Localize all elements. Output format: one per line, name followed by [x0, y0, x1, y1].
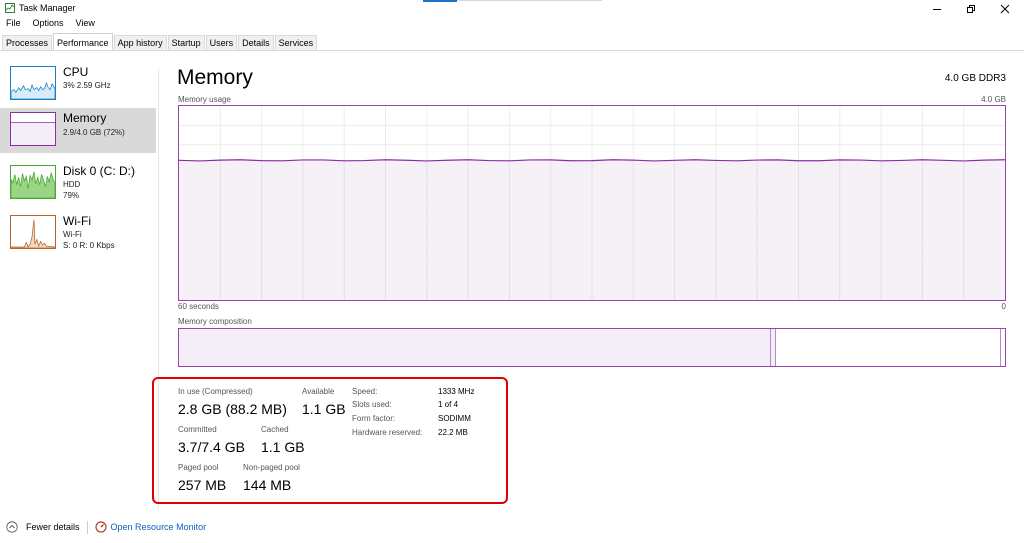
open-resource-monitor-link[interactable]: Open Resource Monitor [111, 522, 207, 532]
memory-composition-label: Memory composition [178, 317, 252, 326]
memory-composition-bar [178, 328, 1006, 367]
composition-standby [776, 329, 1001, 366]
fewer-details-link[interactable]: Fewer details [26, 522, 80, 532]
title-accent [423, 0, 457, 2]
footer-separator [86, 520, 88, 534]
sidebar-item-cpu[interactable]: CPU 3% 2.59 GHz [0, 62, 156, 108]
sidebar-disk-usage: 79% [63, 191, 80, 200]
sidebar-cpu-name: CPU [63, 65, 89, 79]
memory-usage-max: 4.0 GB [981, 95, 1006, 104]
window-title: Task Manager [19, 3, 76, 13]
tab-services[interactable]: Services [274, 35, 318, 50]
minimize-icon [933, 8, 941, 10]
chevron-up-icon[interactable] [6, 521, 18, 533]
tab-users[interactable]: Users [205, 35, 238, 50]
resource-sidebar: CPU 3% 2.59 GHz Memory 2.9/4.0 GB (72%) … [0, 62, 156, 261]
menu-view[interactable]: View [70, 17, 101, 32]
menu-file[interactable]: File [0, 17, 27, 32]
tab-strip: Processes Performance App history Startu… [2, 33, 318, 50]
composition-in-use [179, 329, 771, 366]
restore-button[interactable] [954, 0, 988, 17]
footer: Fewer details Open Resource Monitor [6, 520, 206, 534]
graph-axis-start: 60 seconds [178, 302, 219, 311]
tab-startup[interactable]: Startup [167, 35, 205, 50]
disk-thumbnail [10, 165, 56, 199]
composition-free [1001, 329, 1005, 366]
task-manager-icon [5, 3, 15, 13]
graph-axis-end: 0 [1001, 302, 1006, 311]
tab-performance[interactable]: Performance [53, 33, 113, 50]
sidebar-item-disk[interactable]: Disk 0 (C: D:) HDD 79% [0, 161, 156, 207]
restore-icon [967, 4, 975, 13]
sidebar-memory-name: Memory [63, 111, 107, 125]
sidebar-disk-type: HDD [63, 180, 81, 189]
wifi-thumbnail [10, 215, 56, 249]
page-title: Memory [177, 66, 253, 89]
tab-details[interactable]: Details [238, 35, 274, 50]
menu-bar: File Options View [0, 17, 101, 32]
memory-thumbnail [10, 112, 56, 146]
menu-options[interactable]: Options [27, 17, 70, 32]
memory-capacity: 4.0 GB DDR3 [944, 73, 1006, 84]
close-button[interactable] [988, 0, 1022, 17]
title-accent-line [457, 0, 602, 1]
title-bar: Task Manager [0, 0, 1024, 17]
cpu-thumbnail [10, 66, 56, 100]
close-icon [1000, 4, 1010, 13]
sidebar-disk-name: Disk 0 (C: D:) [63, 164, 135, 178]
memory-usage-label: Memory usage [178, 95, 231, 104]
resource-monitor-icon[interactable] [94, 521, 107, 533]
sidebar-wifi-adapter: Wi-Fi [63, 230, 82, 239]
memory-usage-plot [179, 106, 1005, 300]
tab-processes[interactable]: Processes [2, 35, 53, 50]
sidebar-wifi-throughput: S: 0 R: 0 Kbps [63, 241, 115, 250]
minimize-button[interactable] [920, 0, 954, 17]
sidebar-cpu-detail: 3% 2.59 GHz [63, 81, 111, 90]
sidebar-wifi-name: Wi-Fi [63, 214, 91, 228]
tab-app-history[interactable]: App history [113, 35, 167, 50]
memory-usage-graph [178, 105, 1006, 301]
sidebar-item-wifi[interactable]: Wi-Fi Wi-Fi S: 0 R: 0 Kbps [0, 211, 156, 257]
tab-divider [0, 50, 1024, 51]
sidebar-item-memory[interactable]: Memory 2.9/4.0 GB (72%) [0, 108, 156, 153]
sidebar-memory-detail: 2.9/4.0 GB (72%) [63, 128, 125, 137]
annotation-highlight-box [152, 377, 508, 504]
